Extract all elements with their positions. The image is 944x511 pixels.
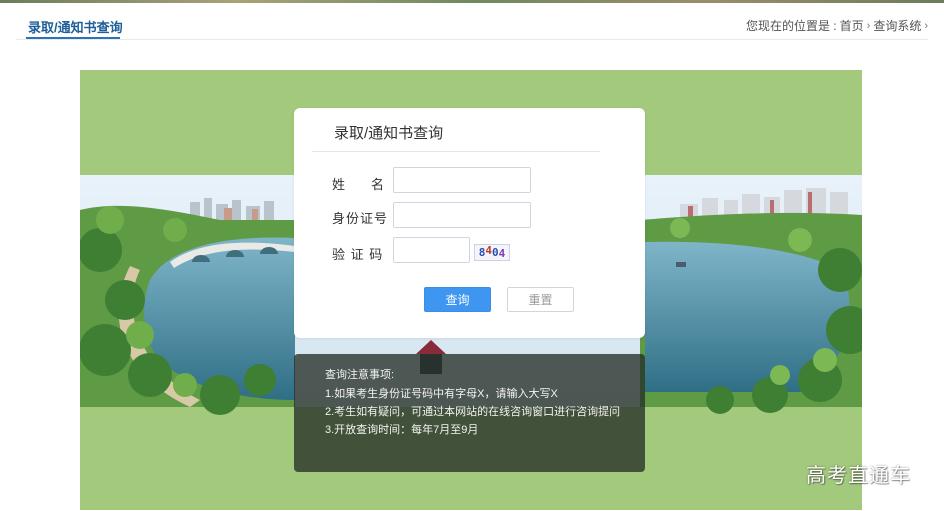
form-divider (312, 151, 600, 152)
chevron-right-icon: › (924, 19, 928, 32)
page: 录取/通知书查询 您现在的位置是 : 首页 › 查询系统 › 录取/通知书查询 … (0, 0, 944, 511)
query-form-card: 录取/通知书查询 姓名 身份证号 验 证 码 8404 查询 重置 (294, 108, 645, 338)
breadcrumb-home-link[interactable]: 首页 (840, 17, 864, 34)
name-label: 姓名 (332, 174, 384, 193)
name-label-char-2: 名 (371, 177, 385, 192)
title-underline (26, 37, 120, 39)
notice-item: 2.考生如有疑问，可通过本网站的在线咨询窗口进行咨询提问 (325, 406, 621, 418)
reset-button[interactable]: 重置 (507, 287, 574, 312)
captcha-digit: 0 (492, 246, 499, 259)
captcha-image[interactable]: 8404 (474, 244, 510, 261)
header: 录取/通知书查询 您现在的位置是 : 首页 › 查询系统 › (16, 3, 928, 40)
breadcrumb: 您现在的位置是 : 首页 › 查询系统 › (746, 17, 928, 34)
captcha-digit: 4 (498, 247, 506, 260)
name-label-char-1: 姓 (332, 177, 346, 192)
query-button[interactable]: 查询 (424, 287, 491, 312)
name-input[interactable] (393, 167, 531, 193)
watermark-text: 高考直通车 (806, 465, 911, 487)
notice-item: 3.开放查询时间：每年7月至9月 (325, 424, 479, 436)
form-title: 录取/通知书查询 (334, 125, 444, 142)
query-notice-panel: 查询注意事项: 1.如果考生身份证号码中有字母X，请输入大写X 2.考生如有疑问… (294, 354, 645, 472)
captcha-digit: 4 (485, 244, 492, 257)
chevron-right-icon: › (866, 19, 871, 32)
breadcrumb-prefix: 您现在的位置是 : (745, 19, 837, 33)
captcha-input[interactable] (393, 237, 470, 263)
notice-item: 1.如果考生身份证号码中有字母X，请输入大写X (325, 388, 558, 400)
breadcrumb-current-link[interactable]: 查询系统 (873, 17, 921, 34)
id-number-input[interactable] (393, 202, 531, 228)
notice-title: 查询注意事项: (325, 369, 395, 381)
id-number-label: 身份证号 (332, 211, 389, 226)
page-title: 录取/通知书查询 (28, 20, 123, 35)
captcha-label: 验 证 码 (332, 247, 384, 262)
